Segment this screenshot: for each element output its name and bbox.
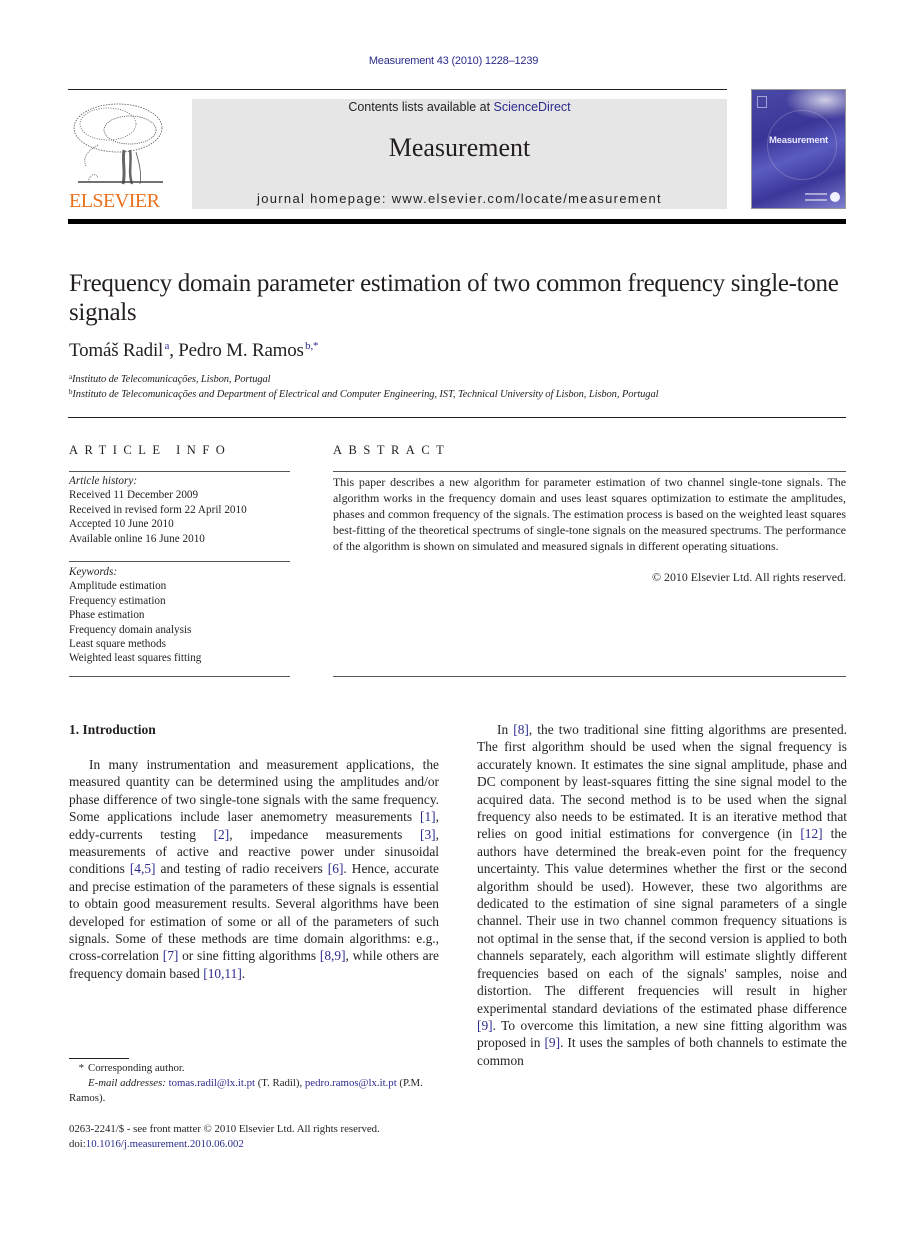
divider	[69, 676, 290, 677]
article-history: Article history: Received 11 December 20…	[69, 474, 247, 546]
author-name[interactable]: Tomáš Radil	[69, 340, 163, 361]
cover-title: Measurement	[768, 135, 829, 146]
reference-link[interactable]: [4,5]	[130, 861, 156, 876]
journal-masthead: Contents lists available at ScienceDirec…	[192, 99, 727, 209]
header-rule	[68, 89, 727, 90]
divider	[69, 561, 290, 562]
journal-name: Measurement	[388, 133, 531, 162]
reference-link[interactable]: [6]	[328, 861, 344, 876]
email-label: E-mail addresses:	[88, 1077, 166, 1089]
article-info-heading: ARTICLE INFO	[69, 443, 232, 457]
keyword: Frequency estimation	[69, 594, 166, 607]
front-matter: 0263-2241/$ - see front matter © 2010 El…	[69, 1122, 380, 1152]
issn-copyright: 0263-2241/$ - see front matter © 2010 El…	[69, 1123, 380, 1135]
affiliation: aInstituto de Telecomunicações, Lisbon, …	[69, 373, 271, 385]
reference-link[interactable]: [2]	[214, 827, 230, 842]
corresponding-author-footnote: * Corresponding author.	[69, 1061, 449, 1076]
paper-title: Frequency domain parameter estimation of…	[69, 270, 839, 326]
divider	[333, 676, 846, 677]
cover-footer-logo-icon	[830, 192, 840, 202]
author-name[interactable]: Pedro M. Ramos	[178, 340, 304, 361]
reference-link[interactable]: [3]	[420, 827, 436, 842]
body-paragraph: In [8], the two traditional sine fitting…	[477, 722, 847, 1068]
body-column-left: In many instrumentation and measurement …	[69, 756, 439, 982]
keywords: Keywords: Amplitude estimation Frequency…	[69, 565, 201, 666]
reference-link[interactable]: [8]	[513, 722, 529, 737]
body-paragraph: In many instrumentation and measurement …	[69, 757, 439, 981]
keyword: Frequency domain analysis	[69, 623, 192, 636]
reference-link[interactable]: [1]	[420, 809, 436, 824]
journal-cover-image[interactable]: Measurement	[751, 89, 846, 209]
history-item: Available online 16 June 2010	[69, 532, 205, 545]
email-link[interactable]: tomas.radil@lx.it.pt	[169, 1077, 255, 1089]
history-item: Received in revised form 22 April 2010	[69, 503, 247, 516]
abstract-text: This paper describes a new algorithm for…	[333, 475, 846, 554]
doi-link[interactable]: 10.1016/j.measurement.2010.06.002	[86, 1138, 244, 1150]
abstract-copyright: © 2010 Elsevier Ltd. All rights reserved…	[652, 570, 846, 584]
journal-citation-link[interactable]: Measurement 43 (2010) 1228–1239	[0, 55, 907, 67]
journal-homepage[interactable]: journal homepage: www.elsevier.com/locat…	[192, 191, 727, 206]
email-link[interactable]: pedro.ramos@lx.it.pt	[305, 1077, 397, 1089]
keyword: Least square methods	[69, 638, 166, 651]
reference-link[interactable]: [9]	[544, 1035, 560, 1050]
author-list: Tomáš Radil a, Pedro M. Ramos b,*	[69, 340, 318, 362]
footnote-text: Corresponding author.	[88, 1062, 185, 1074]
keywords-label: Keywords:	[69, 566, 118, 578]
author-separator: ,	[169, 340, 179, 361]
divider	[333, 471, 846, 472]
email-footnote: E-mail addresses: tomas.radil@lx.it.pt (…	[69, 1077, 423, 1104]
body-column-right: In [8], the two traditional sine fitting…	[477, 721, 847, 1069]
contents-availability: Contents lists available at ScienceDirec…	[192, 100, 727, 114]
footnote-rule	[69, 1058, 129, 1059]
affiliation-text: Instituto de Telecomunicações, Lisbon, P…	[72, 374, 271, 385]
section-rule	[68, 417, 846, 418]
introduction-heading: 1. Introduction	[69, 722, 156, 737]
history-label: Article history:	[69, 475, 138, 487]
contents-prefix: Contents lists available at	[348, 100, 494, 114]
elsevier-wordmark: ELSEVIER	[69, 190, 160, 212]
reference-link[interactable]: [7]	[163, 948, 179, 963]
history-item: Received 11 December 2009	[69, 489, 199, 502]
affiliation: bInstituto de Telecomunicações and Depar…	[69, 388, 659, 400]
reference-link[interactable]: [12]	[800, 826, 822, 841]
affiliation-text: Instituto de Telecomunicações and Depart…	[72, 389, 659, 400]
keyword: Amplitude estimation	[69, 580, 167, 593]
keyword: Weighted least squares fitting	[69, 652, 202, 665]
footnote-mark: *	[78, 1062, 84, 1074]
cover-publisher-badge	[757, 96, 767, 108]
keyword: Phase estimation	[69, 609, 145, 622]
divider	[69, 471, 290, 472]
cover-footer-text	[805, 193, 827, 201]
reference-link[interactable]: [8,9]	[320, 948, 346, 963]
affiliation-mark-link[interactable]: b,*	[305, 340, 318, 352]
doi-line: doi:10.1016/j.measurement.2010.06.002	[69, 1137, 380, 1152]
history-item: Accepted 10 June 2010	[69, 518, 174, 531]
masthead-rule	[68, 219, 846, 224]
sciencedirect-link[interactable]: ScienceDirect	[494, 100, 571, 114]
doi-prefix: doi:	[69, 1138, 86, 1150]
reference-link[interactable]: [10,11]	[203, 966, 242, 981]
reference-link[interactable]: [9]	[477, 1018, 493, 1033]
abstract-heading: ABSTRACT	[333, 443, 451, 457]
email-owner: (T. Radil)	[257, 1077, 300, 1089]
tree-icon	[73, 103, 163, 185]
